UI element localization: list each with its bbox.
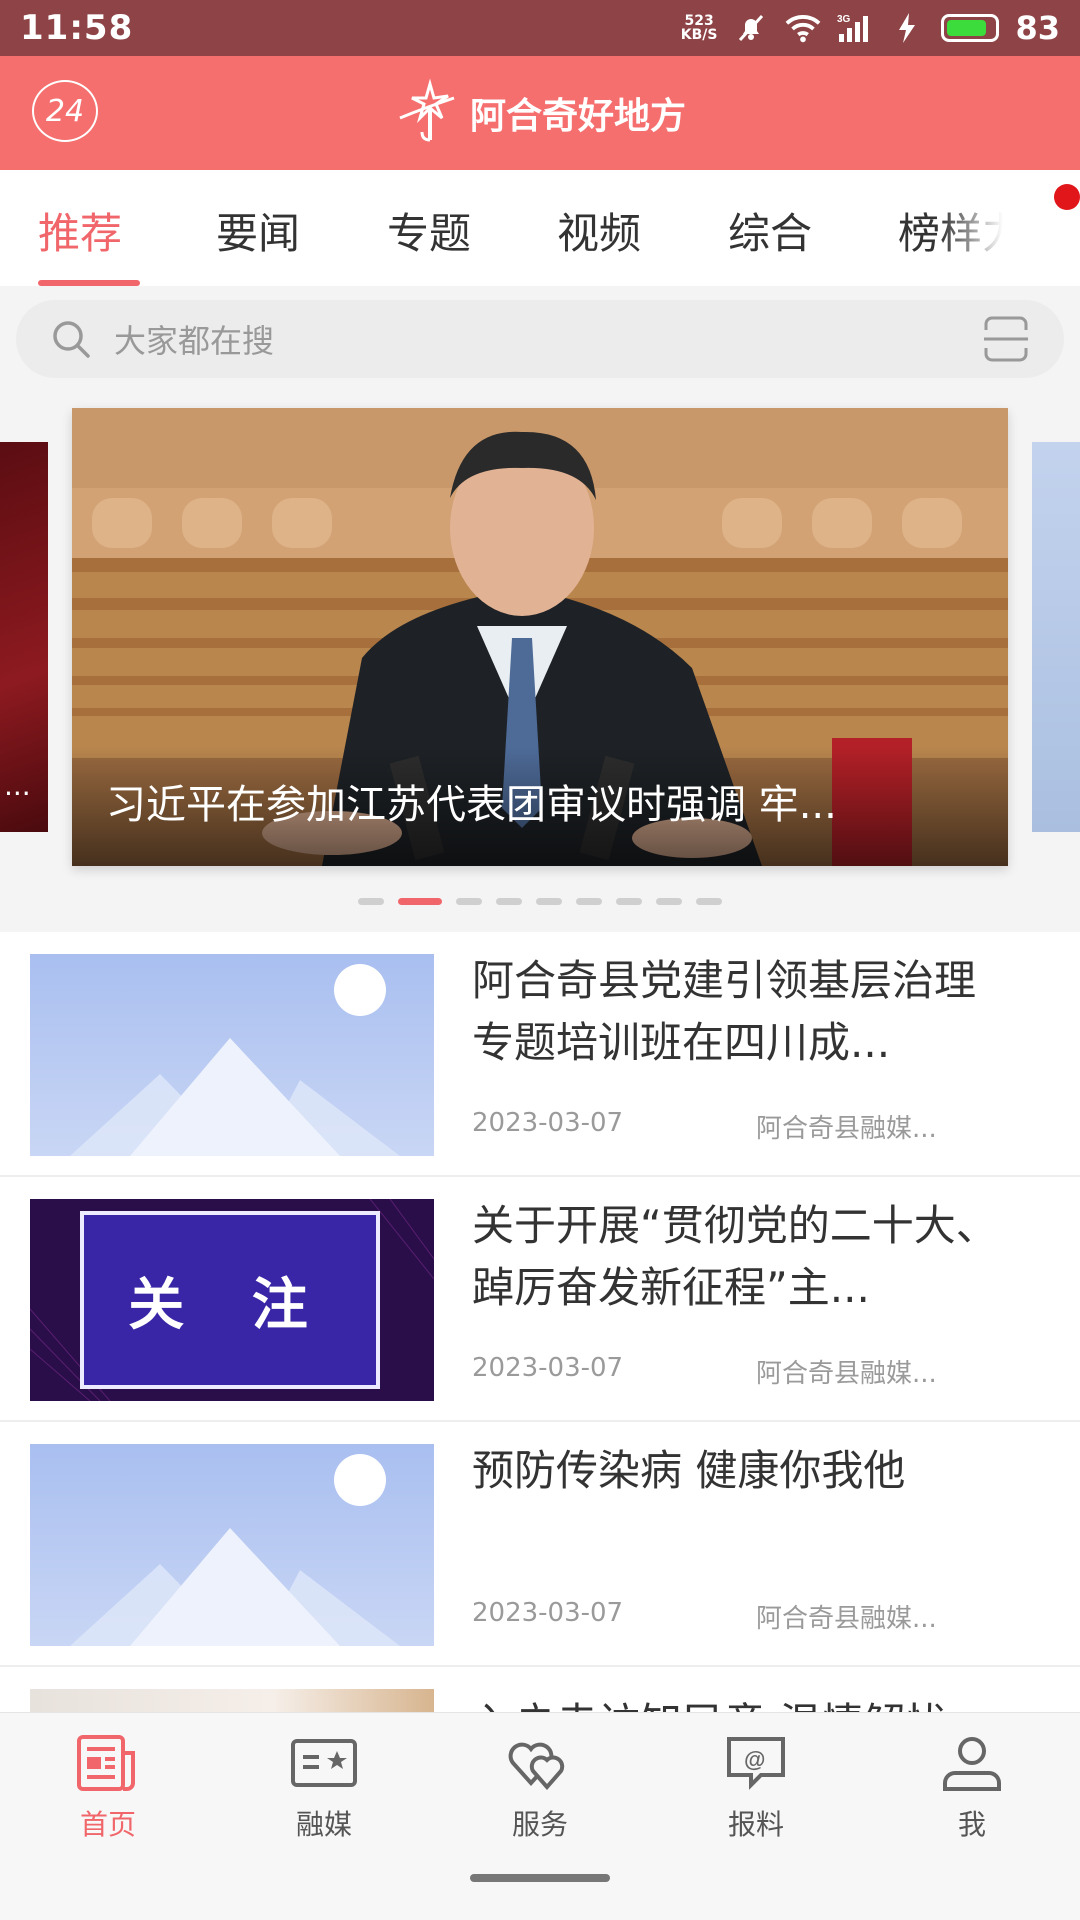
- scan-icon[interactable]: [982, 316, 1030, 362]
- news-24h-button[interactable]: 24: [32, 80, 98, 142]
- carousel-dot[interactable]: [696, 898, 722, 905]
- nav-report[interactable]: @ 报料: [681, 1733, 831, 1843]
- news-date: 2023-03-07: [472, 1598, 624, 1628]
- news-thumbnail-placeholder: [30, 1444, 434, 1646]
- nav-report-label: 报料: [727, 1808, 784, 1841]
- battery-icon: [941, 14, 1000, 42]
- news-thumbnail-placeholder: [30, 954, 434, 1156]
- search-bar[interactable]: 大家都在搜: [16, 300, 1064, 378]
- charging-bolt-icon: [889, 10, 925, 46]
- app-logo-icon: [399, 78, 455, 142]
- home-indicator[interactable]: [470, 1874, 610, 1882]
- attention-banner-text: 关 注: [128, 1271, 332, 1338]
- tab-topics[interactable]: 专题: [387, 200, 471, 261]
- nav-services[interactable]: 服务: [465, 1733, 615, 1843]
- nav-profile[interactable]: 我: [897, 1733, 1047, 1843]
- profile-icon: [943, 1737, 1001, 1791]
- carousel-next-slide[interactable]: [1032, 442, 1080, 832]
- status-time: 11:58: [20, 8, 134, 48]
- network-speed-unit: KB/S: [680, 27, 718, 43]
- app-header: 24 阿合奇好地方: [0, 56, 1080, 170]
- tab-headlines[interactable]: 要闻: [216, 200, 300, 261]
- nav-services-label: 服务: [511, 1808, 568, 1841]
- status-bar: 11:58 523 KB/S 3G 83: [0, 0, 1080, 56]
- carousel-dot[interactable]: [616, 898, 642, 905]
- carousel-dot[interactable]: [656, 898, 682, 905]
- news-date: 2023-03-07: [472, 1108, 624, 1138]
- nav-media[interactable]: 融媒: [249, 1733, 399, 1843]
- tab-video[interactable]: 视频: [557, 200, 641, 261]
- carousel-dot[interactable]: [456, 898, 482, 905]
- news-source: 阿合奇县融媒...: [756, 1604, 937, 1634]
- status-right-group: 523 KB/S 3G 83: [681, 9, 1060, 47]
- active-tab-indicator: [38, 280, 140, 286]
- category-tabs: 推荐 要闻 专题 视频 综合 榜样力量: [0, 170, 1080, 286]
- carousel-dot[interactable]: [398, 898, 442, 905]
- nav-home-label: 首页: [79, 1808, 136, 1841]
- nav-profile-label: 我: [957, 1808, 986, 1841]
- image-placeholder-icon: [70, 964, 400, 1156]
- carousel-prev-caption: ...: [4, 769, 31, 802]
- nav-media-label: 融媒: [295, 1808, 352, 1841]
- tab-recommended[interactable]: 推荐: [38, 200, 122, 261]
- attention-banner: 关 注: [80, 1211, 380, 1389]
- tab-general[interactable]: 综合: [728, 200, 812, 261]
- nav-home[interactable]: 首页: [33, 1733, 183, 1843]
- image-placeholder-icon: [70, 1454, 400, 1646]
- news-list: 阿合奇县党建引领基层治理专题培训班在四川成... 2023-03-07 阿合奇县…: [0, 932, 1080, 1727]
- service-hearts-icon: [508, 1742, 565, 1791]
- carousel-slide[interactable]: 习近平在参加江苏代表团审议时强调 牢...: [72, 408, 1008, 866]
- home-news-icon: [77, 1735, 135, 1791]
- carousel-dot[interactable]: [358, 898, 384, 905]
- news-thumbnail: 关 注: [30, 1199, 434, 1401]
- app-title: 阿合奇好地方: [469, 96, 686, 137]
- tab-notification-dot: [1054, 184, 1080, 210]
- news-item[interactable]: 预防传染病 健康你我他 2023-03-07 阿合奇县融媒...: [0, 1422, 1080, 1667]
- carousel-dot[interactable]: [496, 898, 522, 905]
- media-card-icon: [291, 1739, 357, 1787]
- carousel-caption: 习近平在参加江苏代表团审议时强调 牢...: [72, 746, 1008, 866]
- carousel-dot[interactable]: [536, 898, 562, 905]
- carousel-prev-slide[interactable]: ...: [0, 442, 48, 832]
- news-source: 阿合奇县融媒...: [756, 1359, 937, 1389]
- news-item[interactable]: 关 注 关于开展“贯彻党的二十大、踔厉奋发新征程”主... 2023-03-07…: [0, 1177, 1080, 1422]
- bottom-navigation: 首页 融媒 服务 @ 报料 我: [0, 1712, 1080, 1920]
- header-brand: 阿合奇好地方: [394, 78, 686, 148]
- carousel-pagination: [0, 898, 1080, 906]
- network-speed-value: 523: [684, 13, 714, 29]
- news-title: 阿合奇县党建引领基层治理专题培训班在四川成...: [472, 956, 977, 1067]
- news-title: 预防传染病 健康你我他: [472, 1446, 906, 1495]
- news-source: 阿合奇县融媒...: [756, 1114, 937, 1144]
- news-item[interactable]: 阿合奇县党建引领基层治理专题培训班在四川成... 2023-03-07 阿合奇县…: [0, 932, 1080, 1177]
- battery-fill: [947, 20, 986, 36]
- carousel-dot[interactable]: [576, 898, 602, 905]
- search-placeholder: 大家都在搜: [114, 322, 275, 360]
- network-speed: 523 KB/S: [681, 14, 718, 42]
- news-title: 关于开展“贯彻党的二十大、踔厉奋发新征程”主...: [472, 1201, 998, 1312]
- cell-signal-icon: 3G: [837, 10, 873, 46]
- report-message-icon: @: [727, 1737, 785, 1790]
- mute-bell-icon: [733, 10, 769, 46]
- network-type: 3G: [837, 14, 851, 25]
- search-icon: [53, 321, 90, 358]
- svg-text:@: @: [744, 1747, 765, 1772]
- wifi-icon: [785, 10, 821, 46]
- battery-level: 83: [1015, 9, 1060, 47]
- news-date: 2023-03-07: [472, 1353, 624, 1383]
